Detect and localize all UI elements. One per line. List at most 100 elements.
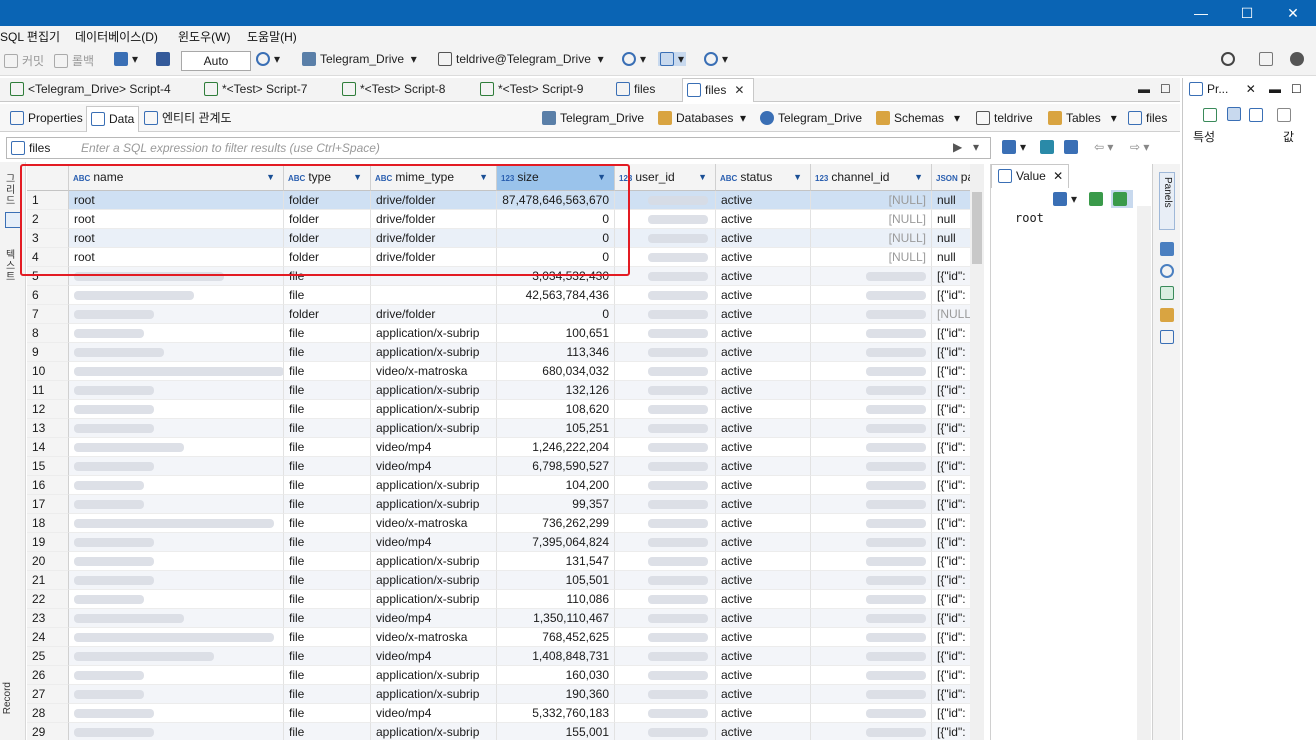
user-id-cell[interactable] [615,267,716,286]
table-row[interactable]: 15 file video/mp4 6,798,590,527 active [{"id"… [27,457,970,476]
eraser-button[interactable]: ▾ [1002,140,1026,154]
parts-cell[interactable]: [{"id": [932,628,970,647]
maximize-editor-button[interactable]: ☐ [1156,78,1171,102]
name-cell[interactable] [69,324,284,343]
user-id-cell[interactable] [615,191,716,210]
type-cell[interactable]: file [284,457,371,476]
parts-cell[interactable]: null [932,248,970,267]
parts-cell[interactable]: [{"id": [932,533,970,552]
type-cell[interactable]: file [284,495,371,514]
commit-button[interactable]: 커밋 [4,52,44,69]
parts-cell[interactable]: [{"id": [932,286,970,305]
channel-id-cell[interactable]: [NULL] [811,191,932,210]
forward-button[interactable]: ⇨ ▾ [1130,140,1149,154]
user-id-cell[interactable] [615,666,716,685]
channel-id-cell[interactable] [811,704,932,723]
transaction-mode-button[interactable]: ▾ [114,52,138,66]
user-id-cell[interactable] [615,571,716,590]
name-cell[interactable] [69,685,284,704]
name-cell[interactable] [69,552,284,571]
size-cell[interactable]: 100,651 [497,324,615,343]
type-cell[interactable]: file [284,476,371,495]
mime-type-cell[interactable]: application/x-subrip [371,552,497,571]
mime-type-cell[interactable]: video/mp4 [371,438,497,457]
table-row[interactable]: 20 file application/x-subrip 131,547 active [… [27,552,970,571]
channel-id-cell[interactable] [811,267,932,286]
name-cell[interactable] [69,400,284,419]
tab-er-diagram[interactable]: 엔티티 관계도 [140,106,236,132]
size-cell[interactable]: 132,126 [497,381,615,400]
dashboard-button[interactable]: ▾ [622,52,646,66]
table-row[interactable]: 6 file 42,563,784,436 active [{"id": [27,286,970,305]
close-window-button[interactable]: ✕ [1270,0,1316,26]
menu-window[interactable]: 윈도우(W) [178,28,230,45]
mime-type-cell[interactable]: application/x-subrip [371,495,497,514]
mime-type-cell[interactable]: application/x-subrip [371,685,497,704]
type-cell[interactable]: file [284,381,371,400]
user-id-cell[interactable] [615,229,716,248]
size-cell[interactable]: 7,395,064,824 [497,533,615,552]
user-id-cell[interactable] [615,590,716,609]
status-cell[interactable]: active [716,476,811,495]
type-cell[interactable]: folder [284,305,371,324]
tree-icon[interactable] [1227,107,1241,121]
parts-cell[interactable]: [{"id": [932,400,970,419]
user-id-cell[interactable] [615,685,716,704]
status-cell[interactable]: active [716,267,811,286]
name-cell[interactable] [69,609,284,628]
mime-type-cell[interactable]: application/x-subrip [371,400,497,419]
user-id-cell[interactable] [615,533,716,552]
mime-type-cell[interactable]: application/x-subrip [371,419,497,438]
channel-id-cell[interactable] [811,324,932,343]
size-cell[interactable]: 5,332,760,183 [497,704,615,723]
size-cell[interactable]: 680,034,032 [497,362,615,381]
channel-id-cell[interactable] [811,685,932,704]
channel-id-cell[interactable] [811,400,932,419]
table-row[interactable]: 27 file application/x-subrip 190,360 active [… [27,685,970,704]
type-cell[interactable]: file [284,666,371,685]
status-cell[interactable]: active [716,305,811,324]
mime-type-cell[interactable]: application/x-subrip [371,590,497,609]
type-cell[interactable]: file [284,552,371,571]
parts-cell[interactable]: [{"id": [932,723,970,740]
parts-cell[interactable]: [{"id": [932,419,970,438]
type-cell[interactable]: file [284,343,371,362]
size-cell[interactable]: 113,346 [497,343,615,362]
parts-cell[interactable]: [{"id": [932,571,970,590]
channel-id-cell[interactable] [811,419,932,438]
name-cell[interactable] [69,628,284,647]
mime-type-cell[interactable]: video/mp4 [371,647,497,666]
metadata-icon[interactable] [1160,330,1174,344]
table-row[interactable]: 19 file video/mp4 7,395,064,824 active [{"id"… [27,533,970,552]
status-cell[interactable]: active [716,590,811,609]
channel-id-cell[interactable] [811,552,932,571]
size-cell[interactable]: 736,262,299 [497,514,615,533]
parts-cell[interactable]: [{"id": [932,609,970,628]
value-content[interactable]: root [1015,211,1044,225]
mime-type-cell[interactable]: video/mp4 [371,609,497,628]
table-row[interactable]: 26 file application/x-subrip 160,030 active [… [27,666,970,685]
user-id-cell[interactable] [615,381,716,400]
channel-id-cell[interactable] [811,514,932,533]
mime-type-cell[interactable]: drive/folder [371,305,497,324]
parts-cell[interactable]: [NULL] [932,305,970,324]
grid-view-tab[interactable]: 그리드 [6,174,20,207]
parts-cell[interactable]: null [932,229,970,248]
channel-id-cell[interactable] [811,362,932,381]
size-cell[interactable]: 110,086 [497,590,615,609]
breadcrumb-tables[interactable]: Tables ▾ [1048,111,1117,125]
breadcrumb-table[interactable]: files [1128,111,1167,125]
history-button[interactable]: ▾ [256,52,280,66]
type-cell[interactable]: file [284,419,371,438]
column-header-user-id[interactable]: 123 user_id ▼ [615,164,716,191]
table-row[interactable]: 8 file application/x-subrip 100,651 active [{… [27,324,970,343]
sort-icon[interactable]: ▼ [793,164,802,191]
user-id-cell[interactable] [615,210,716,229]
funnel-icon[interactable] [1249,108,1263,122]
mime-type-cell[interactable]: video/x-matroska [371,628,497,647]
size-cell[interactable]: 105,501 [497,571,615,590]
close-tab-icon[interactable]: ✕ [1053,169,1063,183]
mime-type-cell[interactable]: video/mp4 [371,457,497,476]
table-row[interactable]: 28 file video/mp4 5,332,760,183 active [{"id"… [27,704,970,723]
schema-selector[interactable]: teldrive@Telegram_Drive ▾ [438,52,604,66]
